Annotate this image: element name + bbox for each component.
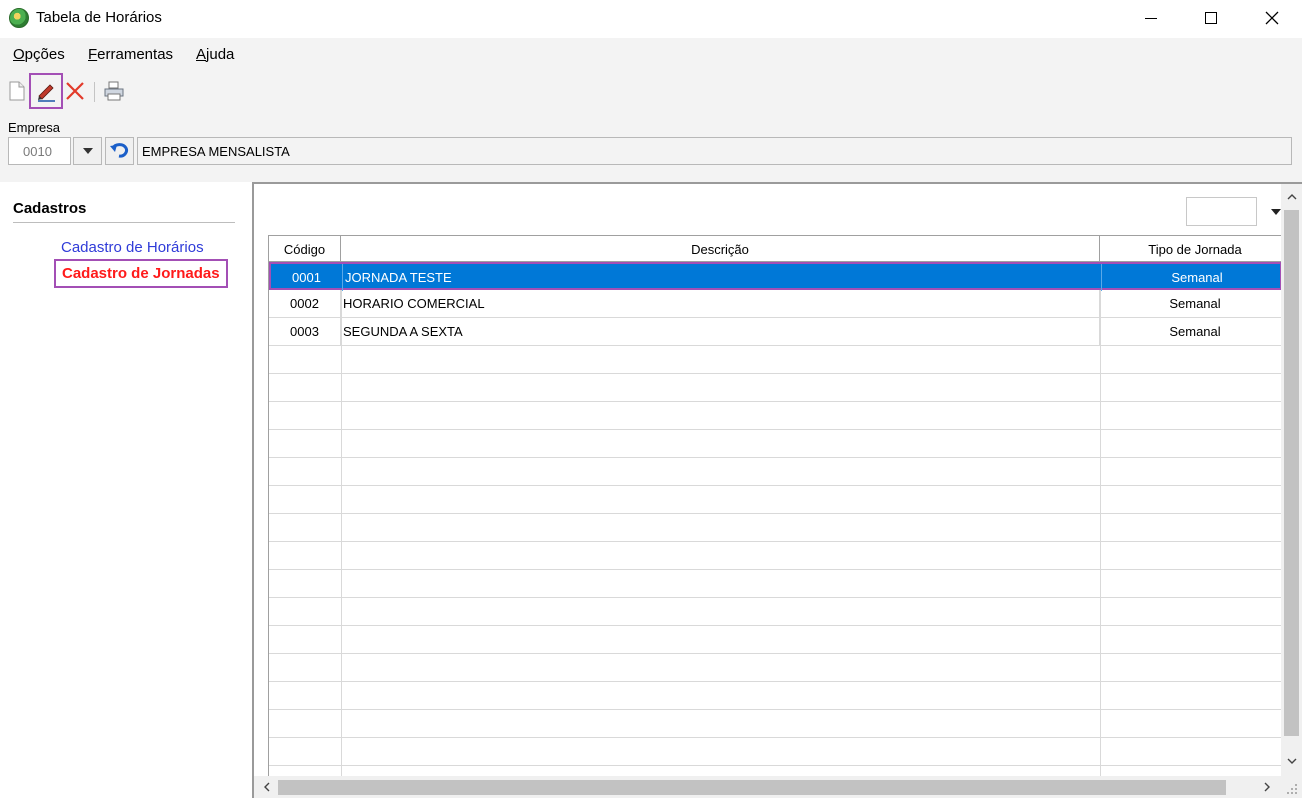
table-row-empty [269,458,1281,486]
sidebar-divider [13,222,235,223]
table-row-empty [269,486,1281,514]
column-header-descricao[interactable]: Descrição [341,236,1100,262]
app-globe-icon [9,8,29,28]
scroll-up-button[interactable] [1281,188,1302,206]
vertical-scrollbar[interactable] [1281,184,1302,776]
menu-ajuda-label: juda [206,46,235,63]
chevron-down-icon [82,148,93,154]
sidebar: Cadastros Cadastro de Horários Cadastro … [0,182,252,798]
filter-input[interactable] [1186,197,1257,226]
table-row-empty [269,542,1281,570]
table-row[interactable]: 0002 HORARIO COMERCIAL Semanal [269,290,1281,318]
close-button[interactable] [1243,0,1301,36]
cell-descricao: JORNADA TESTE [343,264,1102,291]
resize-grip-icon[interactable] [1282,780,1300,796]
menu-ajuda[interactable]: Ajuda [196,46,234,63]
table-row-empty [269,514,1281,542]
table-row-empty [269,626,1281,654]
horizontal-scrollbar[interactable] [254,776,1302,798]
cell-descricao: SEGUNDA A SEXTA [341,318,1100,345]
chevron-down-icon [1287,758,1296,764]
refresh-arrow-icon [109,143,128,158]
menu-bar: Opções Ferramentas Ajuda [0,38,1302,72]
table-body: 0001 JORNADA TESTE Semanal 0002 HORARIO … [269,262,1281,776]
column-header-codigo[interactable]: Código [269,236,341,262]
table-row-empty [269,430,1281,458]
empresa-code-field[interactable]: 0010 [8,137,71,165]
new-button[interactable] [4,76,30,106]
cell-tipo-jornada: Semanal [1169,324,1221,339]
toolbar-separator [94,82,95,102]
sidebar-link-cadastro-horarios[interactable]: Cadastro de Horários [61,239,204,256]
cell-codigo: 0003 [269,318,341,345]
edit-button[interactable] [29,73,63,109]
minimize-button[interactable] [1122,0,1180,36]
print-icon [104,81,124,101]
maximize-button[interactable] [1182,0,1240,36]
table-row-empty [269,570,1281,598]
menu-ferramentas-accel: F [88,46,98,63]
horizontal-scroll-thumb[interactable] [278,780,1226,795]
table-header: Código Descrição Tipo de Jornada [269,236,1281,262]
menu-ferramentas[interactable]: Ferramentas [88,46,173,63]
table-row-empty [269,682,1281,710]
scroll-down-button[interactable] [1281,752,1302,770]
table-row-empty [269,598,1281,626]
empresa-name-field: EMPRESA MENSALISTA [137,137,1292,165]
table-row-empty [269,402,1281,430]
delete-x-icon [66,82,84,100]
cell-codigo: 0001 [271,264,343,291]
cell-descricao: HORARIO COMERCIAL [341,290,1100,317]
vertical-scroll-thumb[interactable] [1284,210,1299,736]
menu-ajuda-accel: A [196,46,207,63]
scroll-right-button[interactable] [1258,778,1276,796]
empresa-dropdown-button[interactable] [73,137,102,165]
title-bar: Tabela de Horários [0,0,1302,36]
print-button[interactable] [101,76,127,106]
toolbar [0,72,1302,114]
chevron-up-icon [1287,194,1296,200]
table-row-empty [269,374,1281,402]
main-panel: Código Descrição Tipo de Jornada 0001 JO… [252,182,1302,798]
table-row-empty [269,738,1281,766]
cell-tipo-jornada: Semanal [1169,296,1221,311]
delete-button[interactable] [62,76,88,106]
chevron-down-icon [1271,209,1281,215]
table-row-empty [269,346,1281,374]
edit-pencil-icon [38,84,55,102]
menu-opcoes[interactable]: Opções [13,46,65,63]
cell-codigo: 0002 [269,290,341,317]
new-document-icon [9,81,25,101]
table-row-empty [269,654,1281,682]
sidebar-title: Cadastros [13,200,87,217]
window-title: Tabela de Horários [36,9,162,26]
cell-tipo-jornada: Semanal [1171,270,1223,285]
maximize-icon [1205,12,1217,24]
column-header-tipo-jornada[interactable]: Tipo de Jornada [1100,236,1281,262]
table-row-empty [269,710,1281,738]
table-row[interactable]: 0001 JORNADA TESTE Semanal [269,262,1281,291]
empresa-panel: Empresa 0010 EMPRESA MENSALISTA [0,114,1302,182]
table-row[interactable]: 0003 SEGUNDA A SEXTA Semanal [269,318,1281,346]
close-icon [1265,11,1279,25]
empresa-refresh-button[interactable] [105,137,134,165]
chevron-right-icon [1264,782,1270,792]
chevron-left-icon [264,782,270,792]
empresa-label: Empresa [8,120,61,135]
menu-ferramentas-label: erramentas [97,46,174,63]
scroll-left-button[interactable] [258,778,276,796]
jornadas-table: Código Descrição Tipo de Jornada 0001 JO… [268,235,1281,776]
sidebar-link-cadastro-jornadas[interactable]: Cadastro de Jornadas [54,259,228,288]
menu-opcoes-label: pções [24,46,65,63]
minimize-icon [1145,17,1157,19]
menu-opcoes-accel: O [13,46,25,63]
